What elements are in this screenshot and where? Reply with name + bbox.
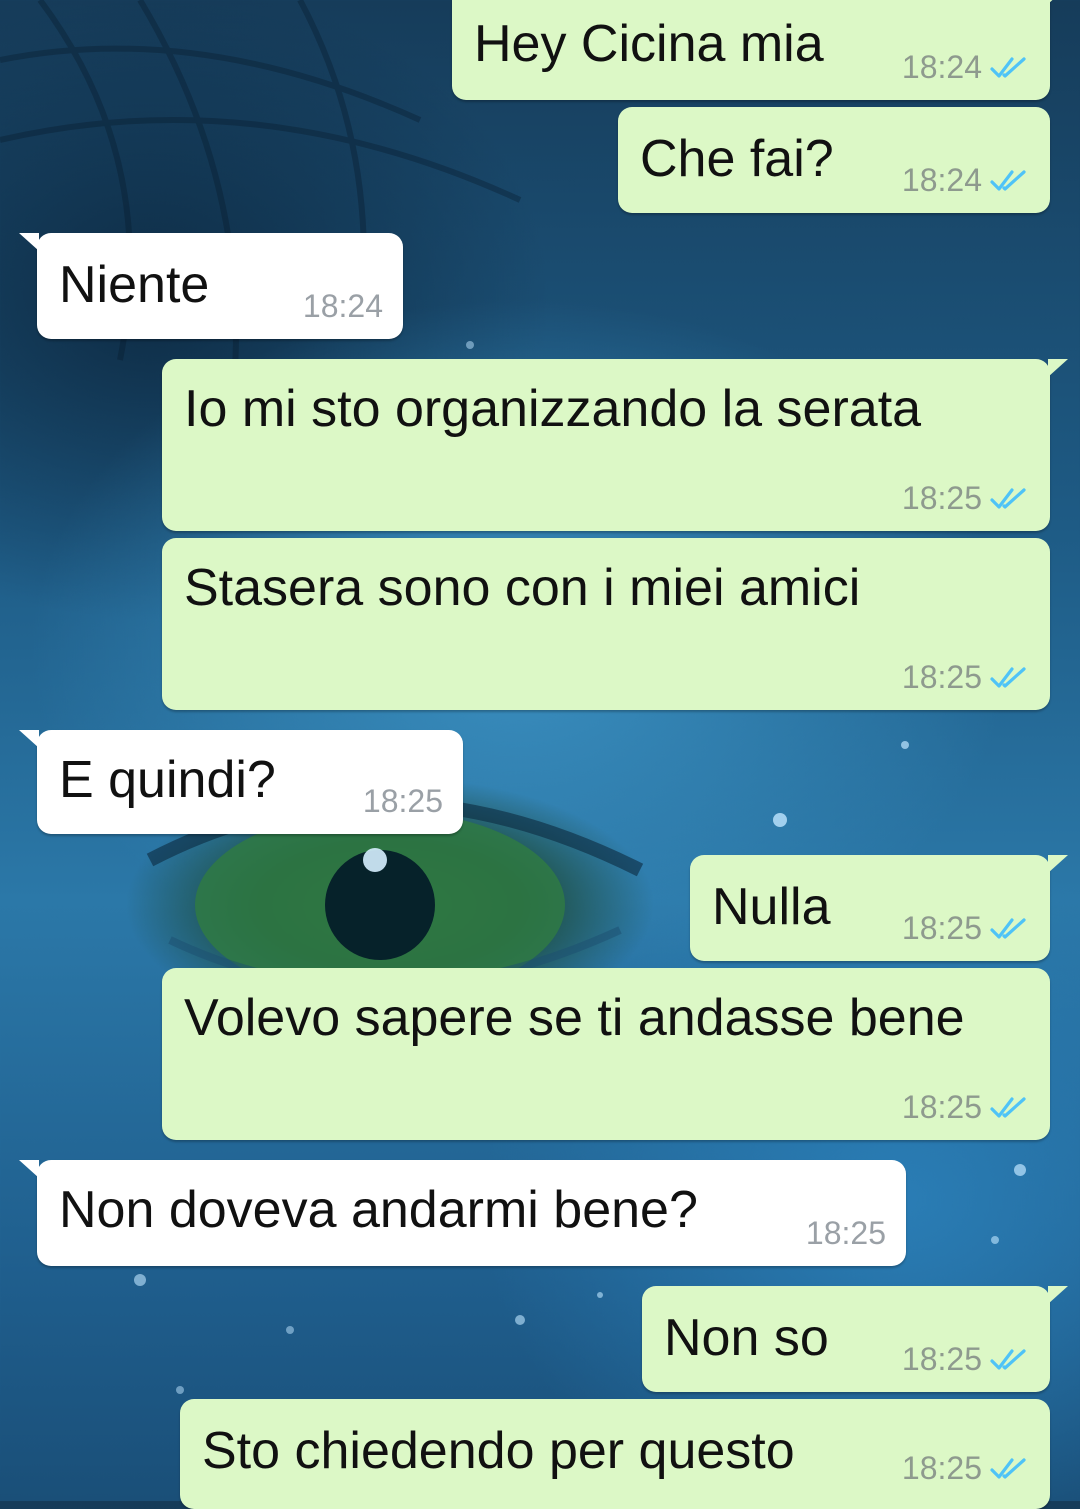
message-text: Niente <box>59 256 210 314</box>
message-text: Sto chiedendo per questo <box>202 1422 795 1480</box>
message-time: 18:25 <box>901 910 982 946</box>
message-meta: 18:25 <box>806 1215 886 1252</box>
message-time: 18:25 <box>805 1215 886 1251</box>
message-meta: 18:25 <box>363 783 443 820</box>
message-text: Nulla <box>712 878 831 936</box>
message-meta: 18:25 <box>902 910 1030 947</box>
double-check-read-icon <box>990 1457 1026 1479</box>
double-check-read-icon <box>990 666 1026 688</box>
message-bubble-outgoing[interactable]: Non so 18:25 <box>642 1286 1068 1392</box>
message-bubble-outgoing[interactable]: Io mi sto organizzando la serata 18:25 <box>162 359 1068 531</box>
message-time: 18:25 <box>901 1450 982 1486</box>
message-time: 18:24 <box>901 162 982 198</box>
message-time: 18:25 <box>901 1089 982 1125</box>
message-text: Volevo sapere se ti andasse bene <box>184 989 965 1047</box>
message-text: Io mi sto organizzando la serata <box>184 380 922 438</box>
message-bubble-outgoing[interactable]: Volevo sapere se ti andasse bene 18:25 <box>162 968 1050 1140</box>
message-bubble-incoming[interactable]: Niente 18:24 <box>19 233 403 339</box>
message-meta: 18:25 <box>902 1089 1030 1126</box>
message-meta: 18:24 <box>303 288 383 325</box>
double-check-read-icon <box>990 487 1026 509</box>
double-check-read-icon <box>990 56 1026 78</box>
message-meta: 18:25 <box>902 480 1030 517</box>
message-time: 18:25 <box>901 480 982 516</box>
message-time: 18:24 <box>901 49 982 85</box>
message-time: 18:24 <box>302 288 383 324</box>
message-time: 18:25 <box>901 659 982 695</box>
chat-message-list[interactable]: Hey Cicina mia 18:24 Che fai? 18:24 Nien… <box>0 0 1080 1509</box>
message-meta: 18:24 <box>902 162 1030 199</box>
double-check-read-icon <box>990 1096 1026 1118</box>
message-meta: 18:25 <box>902 1341 1030 1378</box>
message-bubble-incoming[interactable]: Non doveva andarmi bene? 18:25 <box>19 1160 906 1266</box>
message-meta: 18:24 <box>902 49 1030 86</box>
message-bubble-outgoing[interactable]: Che fai? 18:24 <box>618 107 1050 213</box>
message-bubble-outgoing[interactable]: Stasera sono con i miei amici 18:25 <box>162 538 1050 710</box>
message-text: E quindi? <box>59 751 276 809</box>
message-bubble-outgoing[interactable]: Sto chiedendo per questo 18:25 <box>180 1399 1050 1509</box>
message-text: Non so <box>664 1309 829 1367</box>
message-bubble-incoming[interactable]: E quindi? 18:25 <box>19 730 463 834</box>
message-meta: 18:25 <box>902 659 1030 696</box>
message-meta: 18:25 <box>902 1450 1030 1487</box>
message-bubble-outgoing[interactable]: Nulla 18:25 <box>690 855 1068 961</box>
message-text: Stasera sono con i miei amici <box>184 559 861 617</box>
message-bubble-outgoing[interactable]: Hey Cicina mia 18:24 <box>452 0 1068 100</box>
double-check-read-icon <box>990 917 1026 939</box>
message-text: Hey Cicina mia <box>474 15 824 73</box>
double-check-read-icon <box>990 169 1026 191</box>
message-time: 18:25 <box>901 1341 982 1377</box>
message-time: 18:25 <box>362 783 443 819</box>
message-text: Che fai? <box>640 130 834 188</box>
message-text: Non doveva andarmi bene? <box>59 1181 698 1239</box>
double-check-read-icon <box>990 1348 1026 1370</box>
